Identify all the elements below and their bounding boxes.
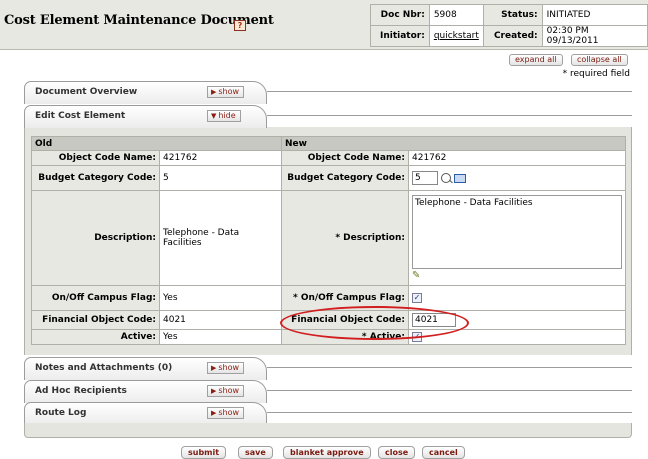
document-overview-show-button[interactable]: ▶ show bbox=[207, 86, 245, 98]
old-campus-flag-label: On/Off Campus Flag: bbox=[31, 285, 160, 311]
tab-label: Notes and Attachments (0) bbox=[35, 363, 173, 373]
old-object-code-name-value: 421762 bbox=[159, 150, 282, 166]
status-label: Status: bbox=[482, 4, 543, 26]
tab-route-log: Route Log ▶ show bbox=[24, 402, 632, 425]
book-icon[interactable] bbox=[453, 173, 466, 183]
tab-label: Route Log bbox=[35, 408, 87, 418]
ad-hoc-recipients-show-button[interactable]: ▶ show bbox=[207, 385, 245, 397]
tab-notes-and-attachments: Notes and Attachments (0) ▶ show bbox=[24, 357, 632, 380]
old-financial-object-code-label: Financial Object Code: bbox=[31, 310, 160, 330]
doc-nbr-value: 5908 bbox=[428, 4, 484, 26]
tab-label: Document Overview bbox=[35, 87, 138, 97]
edit-pencil-icon[interactable]: ✎ bbox=[412, 271, 420, 281]
blanket-approve-button[interactable]: blanket approve bbox=[283, 446, 371, 459]
route-log-show-button[interactable]: ▶ show bbox=[207, 407, 245, 419]
new-budget-category-code-label: Budget Category Code: bbox=[281, 165, 409, 191]
tab-edit-cost-element: Edit Cost Element ▼ hide bbox=[24, 105, 632, 128]
old-description-value: Telephone - Data Facilities bbox=[159, 190, 282, 286]
initiator-label: Initiator: bbox=[370, 25, 430, 47]
created-label: Created: bbox=[482, 25, 543, 47]
old-object-code-name-label: Object Code Name: bbox=[31, 150, 160, 166]
arrow-right-icon: ▶ bbox=[211, 88, 217, 96]
close-button[interactable]: close bbox=[378, 446, 416, 459]
old-column-header: Old bbox=[31, 136, 282, 151]
expand-all-button[interactable]: expand all bbox=[509, 54, 563, 66]
created-value: 02:30 PM 09/13/2011 bbox=[541, 25, 648, 47]
new-campus-flag-cell: ✓ bbox=[407, 285, 627, 311]
old-financial-object-code-value: 4021 bbox=[159, 310, 282, 330]
old-active-value: Yes bbox=[159, 329, 282, 345]
arrow-right-icon: ▶ bbox=[211, 409, 217, 417]
budget-category-code-input[interactable]: 5 bbox=[412, 171, 438, 185]
document-info-table: Doc Nbr: 5908 Status: INITIATED Initiato… bbox=[370, 4, 648, 47]
panel-bottom-bar bbox=[24, 423, 632, 438]
notes-and-attachments-show-button[interactable]: ▶ show bbox=[207, 362, 245, 374]
doc-nbr-label: Doc Nbr: bbox=[370, 4, 430, 26]
new-budget-category-code-cell: 5 bbox=[407, 165, 627, 191]
document-header: Cost Element Maintenance Document ? Doc … bbox=[0, 0, 648, 50]
old-budget-category-code-label: Budget Category Code: bbox=[31, 165, 160, 191]
collapse-all-button[interactable]: collapse all bbox=[571, 54, 628, 66]
search-icon[interactable] bbox=[440, 173, 453, 184]
tab-ad-hoc-recipients: Ad Hoc Recipients ▶ show bbox=[24, 380, 632, 403]
new-object-code-name-label: Object Code Name: bbox=[281, 150, 409, 166]
new-description-label: * Description: bbox=[281, 190, 409, 286]
help-icon[interactable]: ? bbox=[234, 20, 246, 31]
initiator-link[interactable]: quickstart bbox=[434, 31, 479, 41]
new-column-header: New bbox=[280, 136, 627, 151]
old-active-label: Active: bbox=[31, 329, 160, 345]
arrow-right-icon: ▶ bbox=[211, 364, 217, 372]
campus-flag-checkbox[interactable]: ✓ bbox=[412, 292, 422, 303]
edit-cost-element-hide-button[interactable]: ▼ hide bbox=[207, 110, 241, 122]
highlight-annotation-oval bbox=[280, 306, 469, 340]
status-value: INITIATED bbox=[541, 4, 648, 26]
submit-button[interactable]: submit bbox=[181, 446, 227, 459]
new-object-code-name-value: 421762 bbox=[407, 150, 627, 166]
description-textarea[interactable]: Telephone - Data Facilities bbox=[412, 195, 622, 269]
arrow-right-icon: ▶ bbox=[211, 387, 217, 395]
old-budget-category-code-value: 5 bbox=[159, 165, 282, 191]
cancel-button[interactable]: cancel bbox=[422, 446, 465, 459]
required-field-note: * required field bbox=[562, 69, 630, 79]
arrow-down-icon: ▼ bbox=[211, 112, 217, 120]
tab-document-overview: Document Overview ▶ show bbox=[24, 81, 632, 104]
initiator-cell: quickstart bbox=[428, 25, 484, 47]
tab-label: Ad Hoc Recipients bbox=[35, 386, 127, 396]
tab-label: Edit Cost Element bbox=[35, 111, 126, 121]
save-button[interactable]: save bbox=[238, 446, 273, 459]
new-description-cell: Telephone - Data Facilities ✎ bbox=[407, 190, 627, 286]
old-description-label: Description: bbox=[31, 190, 160, 286]
old-campus-flag-value: Yes bbox=[159, 285, 282, 311]
